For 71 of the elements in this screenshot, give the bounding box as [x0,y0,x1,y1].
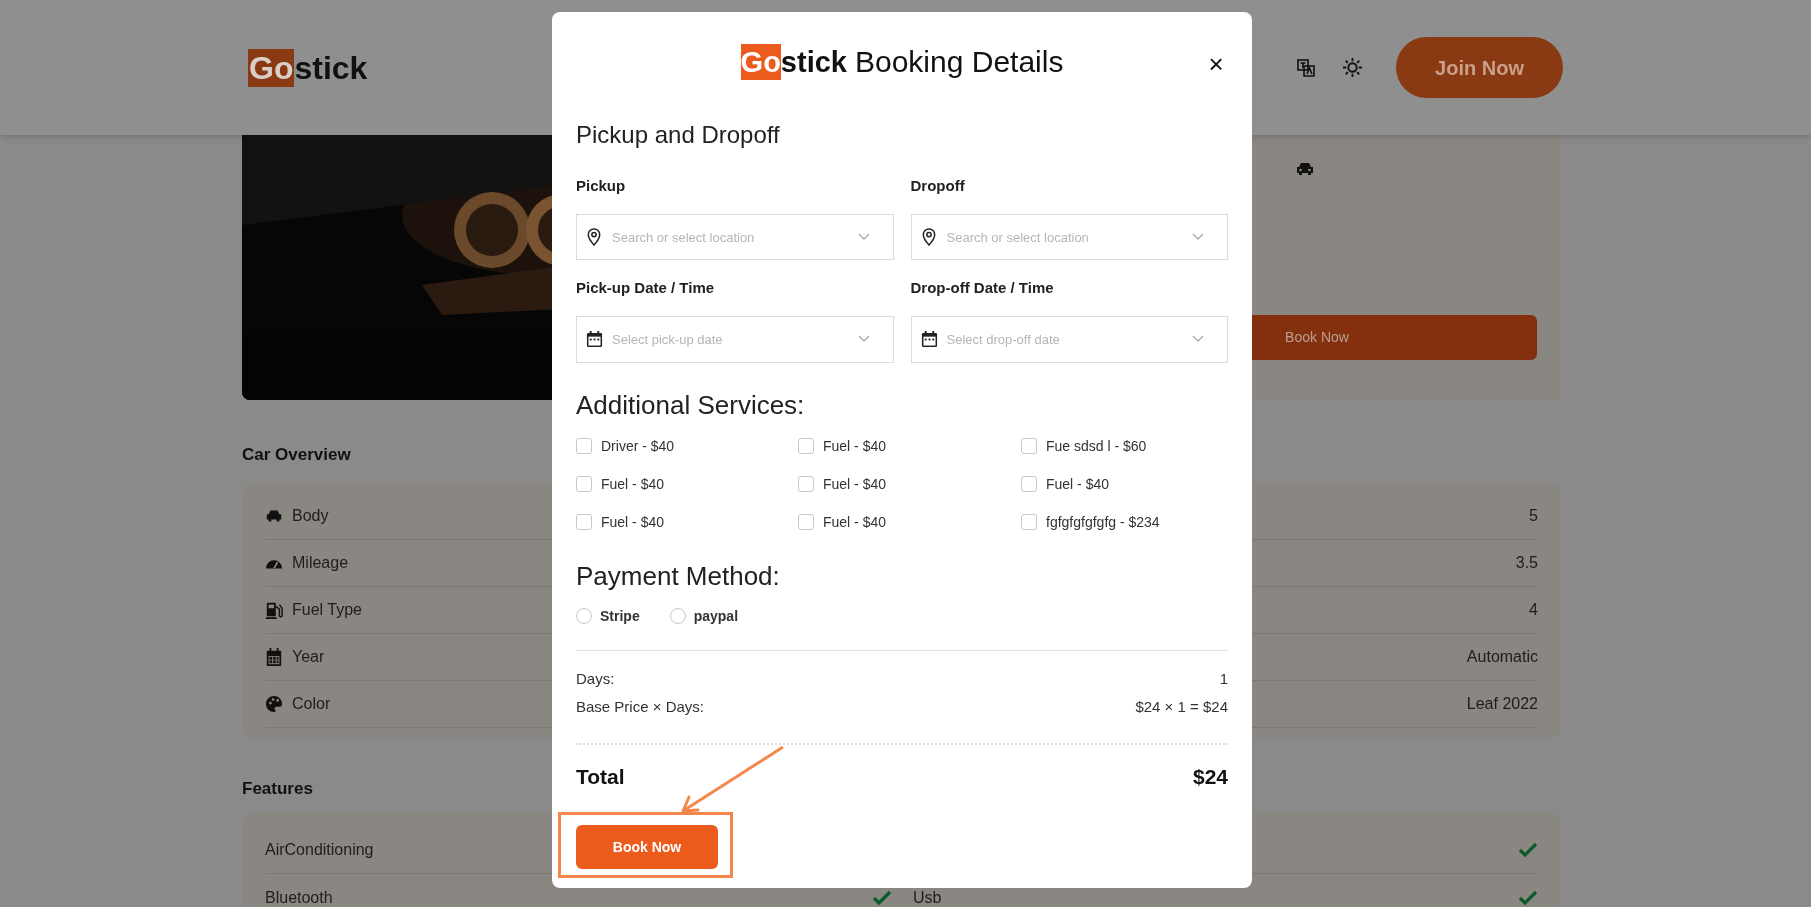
feature-label: Usb [913,888,942,907]
select-field[interactable]: Search or select location [576,214,894,260]
payment-label: Stripe [600,606,640,626]
spec-value: 5 [1529,506,1538,526]
checkbox[interactable] [1021,514,1037,530]
location-pin-icon [920,227,937,246]
summary-label: Days: [576,668,615,689]
chevron-down-icon [857,335,870,343]
section-heading: Additional Services: [576,389,806,421]
palette-icon [265,695,283,713]
service-label: fgfgfgfgfgfg - $234 [1046,512,1160,532]
service-label: Fuel - $40 [823,436,887,456]
checkbox[interactable] [576,476,592,492]
service-label: Fuel - $40 [823,474,887,494]
service-label: Fuel - $40 [601,474,665,494]
feature-label: AirConditioning [265,840,374,859]
select-field[interactable]: Search or select location [910,214,1228,260]
select-field[interactable]: Select drop-off date [910,316,1228,363]
checkbox[interactable] [1021,438,1037,454]
chevron-down-icon [1192,233,1204,241]
location-pin-icon [586,227,602,246]
chevron-down-icon [1192,335,1204,343]
spec-value: 3.5 [1515,553,1538,573]
modal-title: Booking Details [854,44,1064,80]
car-icon [1295,161,1315,177]
close-button[interactable]: × [1204,52,1228,76]
spec-label: Body [292,506,329,526]
chevron-down-icon [857,233,870,241]
spec-label: Year [292,647,325,667]
summary-value: $24 × 1 = $24 [1135,696,1228,717]
join-button[interactable]: Join Now [1396,37,1563,98]
calendar-icon [265,648,283,666]
logo: Gostick [740,44,847,80]
service-label: Fuel - $40 [1046,474,1110,494]
service-label: Fue sdsd l - $60 [1046,436,1147,456]
checkbox[interactable] [576,514,592,530]
field-label: Dropoff [910,176,966,196]
field-label: Pick-up Date / Time [576,278,716,298]
total-label: Total [576,764,625,791]
spec-value: Leaf 2022 [1466,694,1538,714]
calendar-icon [586,331,603,348]
checkbox[interactable] [798,476,814,492]
sun-icon[interactable] [1342,57,1363,78]
section-heading: Features [242,778,313,800]
spec-label: Color [292,694,331,714]
spec-label: Mileage [292,553,349,573]
book-now-button[interactable]: Book Now [576,825,718,869]
summary-value: 1 [1219,668,1228,689]
fuel-pump-icon [265,601,283,619]
spec-value: Automatic [1466,647,1538,667]
checkbox[interactable] [576,438,592,454]
select-field[interactable]: Select pick-up date [576,316,894,363]
section-heading: Car Overview [242,444,351,466]
translate-icon[interactable] [1296,57,1316,78]
field-label: Pickup [576,176,627,196]
checkbox[interactable] [798,438,814,454]
section-heading: Pickup and Dropoff [576,120,781,150]
spec-value: 4 [1529,600,1538,620]
feature-label: Bluetooth [265,888,333,907]
service-label: Fuel - $40 [823,512,887,532]
service-label: Driver - $40 [601,436,675,456]
summary-label: Base Price × Days: [576,696,704,717]
total-value: $24 [1192,764,1228,791]
section-heading: Payment Method: [576,560,781,592]
logo[interactable]: Gostick [248,48,368,87]
field-label: Drop-off Date / Time [910,278,1055,298]
payment-label: paypal [693,606,739,626]
checkbox[interactable] [1021,476,1037,492]
spec-label: Fuel Type [292,600,362,620]
checkbox[interactable] [798,514,814,530]
service-label: Fuel - $40 [601,512,665,532]
